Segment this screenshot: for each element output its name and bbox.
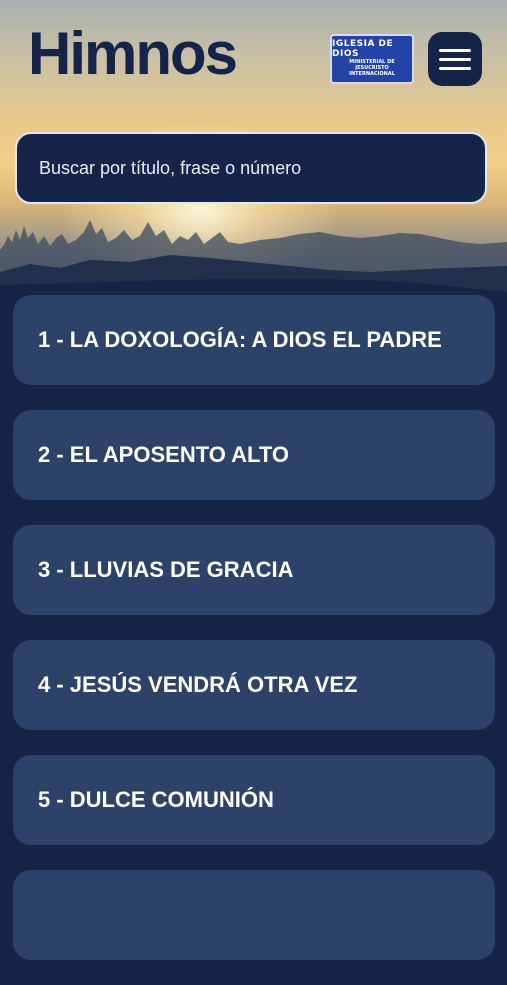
hymn-title: 1 - LA DOXOLOGÍA: A DIOS EL PADRE: [38, 327, 442, 352]
hymn-item[interactable]: [13, 870, 495, 960]
hymn-item[interactable]: 5 - DULCE COMUNIÓN: [13, 755, 495, 845]
church-logo: IGLESIA DE DIOS MINISTERIAL DE JESUCRIST…: [330, 34, 414, 84]
app-title: Himnos: [28, 20, 238, 87]
hymn-title: 4 - JESÚS VENDRÁ OTRA VEZ: [38, 672, 358, 697]
hamburger-menu-icon: [439, 48, 471, 70]
hymn-item[interactable]: 2 - EL APOSENTO ALTO: [13, 410, 495, 500]
hymn-item[interactable]: 3 - LLUVIAS DE GRACIA: [13, 525, 495, 615]
hymn-item[interactable]: 4 - JESÚS VENDRÁ OTRA VEZ: [13, 640, 495, 730]
hymn-title: 3 - LLUVIAS DE GRACIA: [38, 557, 294, 582]
hymn-item[interactable]: 1 - LA DOXOLOGÍA: A DIOS EL PADRE: [13, 295, 495, 385]
menu-button[interactable]: [428, 32, 482, 86]
hymn-title: 5 - DULCE COMUNIÓN: [38, 787, 274, 812]
search-input[interactable]: [37, 156, 471, 180]
hymn-title: 2 - EL APOSENTO ALTO: [38, 442, 290, 467]
search-field[interactable]: [15, 132, 487, 204]
hymn-list: 1 - LA DOXOLOGÍA: A DIOS EL PADRE 2 - EL…: [13, 295, 495, 985]
